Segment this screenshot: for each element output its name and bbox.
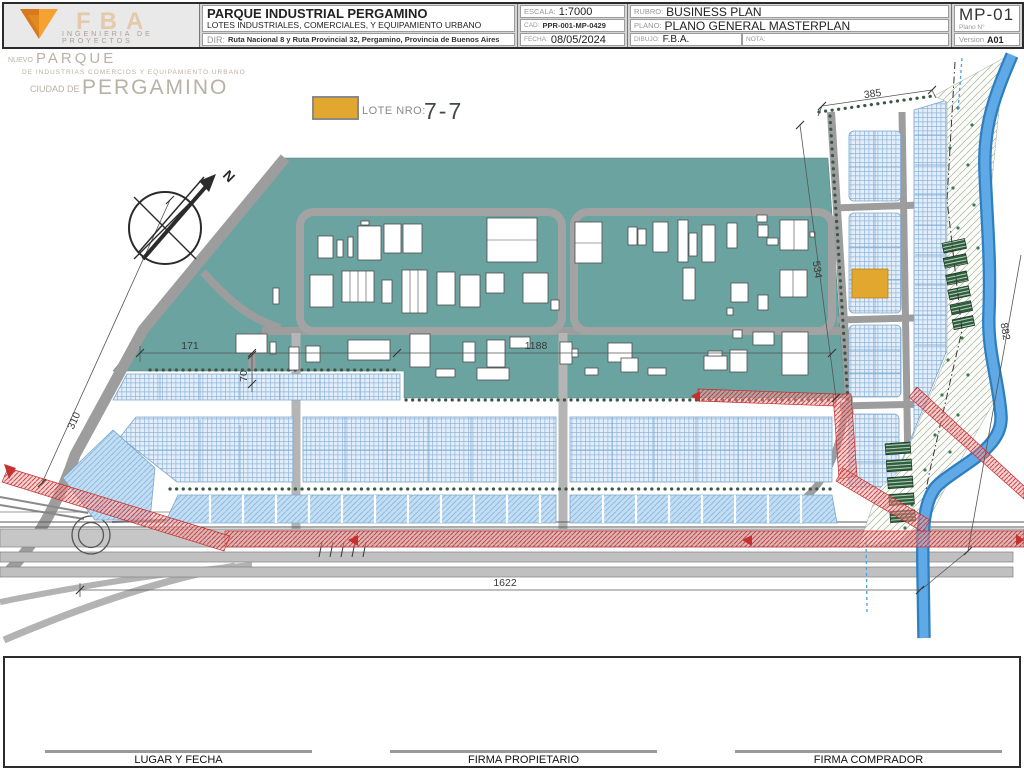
wm-line2: DE INDUSTRIAS COMERCIOS Y EQUIPAMIENTO U… bbox=[22, 69, 246, 76]
cad-label: CAD: bbox=[524, 22, 540, 29]
signature-line-place-date bbox=[45, 750, 312, 753]
logo-cell: FBA INGENIERIA DE PROYECTOS bbox=[4, 4, 200, 47]
dir-label: DIR: bbox=[207, 34, 225, 45]
dibujo-field: DIBUJO: F.B.A. bbox=[630, 33, 742, 46]
signature-line-owner bbox=[390, 750, 657, 753]
rubro-value: BUSINESS PLAN bbox=[666, 5, 762, 18]
signature-line-buyer bbox=[735, 750, 1002, 753]
sheet-number-cell: MP-01 Plano N° Version A01 bbox=[952, 4, 1022, 47]
highlighted-lot-7-7 bbox=[851, 268, 889, 299]
wm-ciudad-de: CIUDAD DE bbox=[30, 84, 80, 94]
wm-parque: PARQUE bbox=[36, 50, 116, 67]
plan-sheet: FBA INGENIERIA DE PROYECTOS PARQUE INDUS… bbox=[0, 0, 1024, 768]
escala-label: ESCALA: bbox=[524, 7, 556, 16]
dim-171: 171 bbox=[181, 340, 199, 352]
legend: LOTE NRO: 7-7 bbox=[312, 96, 463, 124]
escala-row: ESCALA: 1:7000 bbox=[520, 5, 625, 18]
fecha-value: 08/05/2024 bbox=[550, 33, 606, 46]
nota-field: NOTA: bbox=[742, 33, 949, 46]
project-watermark: NUEVO PARQUE DE INDUSTRIAS COMERCIOS Y E… bbox=[8, 50, 246, 99]
dibujo-value: F.B.A. bbox=[662, 34, 690, 45]
plano-label: PLANO: bbox=[634, 21, 662, 30]
dibujo-nota-row: DIBUJO: F.B.A. NOTA: bbox=[630, 33, 949, 46]
dim-1188: 1188 bbox=[525, 340, 548, 352]
company-logo-icon bbox=[20, 8, 58, 39]
dim-70: 70 bbox=[238, 370, 250, 382]
signature-label-owner: FIRMA PROPIETARIO bbox=[467, 754, 580, 766]
scale-cell: ESCALA: 1:7000 CAD: PPR-001-MP-0429 FECH… bbox=[518, 4, 628, 47]
rubro-row: RUBRO: BUSINESS PLAN bbox=[630, 5, 949, 18]
wm-pergamino: PERGAMINO bbox=[82, 76, 228, 99]
version-value: A01 bbox=[987, 34, 1004, 45]
address-row: DIR: Ruta Nacional 8 y Ruta Provincial 3… bbox=[202, 33, 515, 46]
cad-row: CAD: PPR-001-MP-0429 bbox=[520, 19, 625, 32]
drawing-info-cell: RUBRO: BUSINESS PLAN PLANO: PLANO GENERA… bbox=[628, 4, 952, 47]
legend-lot-number: 7-7 bbox=[424, 98, 463, 124]
dim-882: 882 bbox=[998, 322, 1013, 341]
project-title-box: PARQUE INDUSTRIAL PERGAMINO LOTES INDUST… bbox=[202, 5, 515, 32]
dim-310: 310 bbox=[65, 410, 83, 431]
signature-block: LUGAR Y FECHA FIRMA PROPIETARIO FIRMA CO… bbox=[3, 656, 1021, 768]
legend-label: LOTE NRO: bbox=[362, 105, 426, 117]
dim-1622: 1622 bbox=[493, 577, 517, 589]
plano-value: PLANO GENERAL MASTERPLAN bbox=[664, 19, 851, 32]
dir-value: Ruta Nacional 8 y Ruta Provincial 32, Pe… bbox=[228, 35, 500, 44]
dibujo-label: DIBUJO: bbox=[634, 36, 660, 43]
fecha-label: FECHA: bbox=[524, 36, 548, 43]
project-subtitle: LOTES INDUSTRIALES, COMERCIALES, Y EQUIP… bbox=[207, 20, 482, 30]
signature-label-place-date: LUGAR Y FECHA bbox=[134, 754, 223, 766]
masterplan-drawing: 385 534 882 310 171 1188 70 1622 N NUEVO… bbox=[0, 50, 1024, 644]
version-label: Version bbox=[959, 35, 985, 44]
sheet-number-label: Plano N° bbox=[959, 24, 985, 31]
version-row: Version A01 bbox=[954, 33, 1020, 46]
nota-label: NOTA: bbox=[746, 36, 766, 43]
dim-385: 385 bbox=[863, 87, 882, 101]
project-title-cell: PARQUE INDUSTRIAL PERGAMINO LOTES INDUST… bbox=[200, 4, 518, 47]
escala-value: 1:7000 bbox=[558, 5, 593, 18]
title-block: FBA INGENIERIA DE PROYECTOS PARQUE INDUS… bbox=[2, 2, 1024, 49]
wm-nuevo: NUEVO bbox=[8, 57, 33, 64]
sheet-number-box: MP-01 Plano N° bbox=[954, 5, 1020, 32]
rubro-label: RUBRO: bbox=[634, 7, 664, 16]
signature-label-buyer: FIRMA COMPRADOR bbox=[813, 754, 924, 766]
logo-tagline: INGENIERIA DE PROYECTOS bbox=[62, 31, 153, 45]
cad-value: PPR-001-MP-0429 bbox=[542, 21, 606, 30]
sheet-number: MP-01 bbox=[959, 5, 1015, 24]
project-title: PARQUE INDUSTRIAL PERGAMINO bbox=[207, 6, 428, 21]
dim-534: 534 bbox=[810, 260, 824, 279]
compass-north-label: N bbox=[220, 167, 238, 185]
legend-swatch bbox=[312, 96, 359, 120]
fecha-row: FECHA: 08/05/2024 bbox=[520, 33, 625, 46]
plano-row: PLANO: PLANO GENERAL MASTERPLAN bbox=[630, 19, 949, 32]
